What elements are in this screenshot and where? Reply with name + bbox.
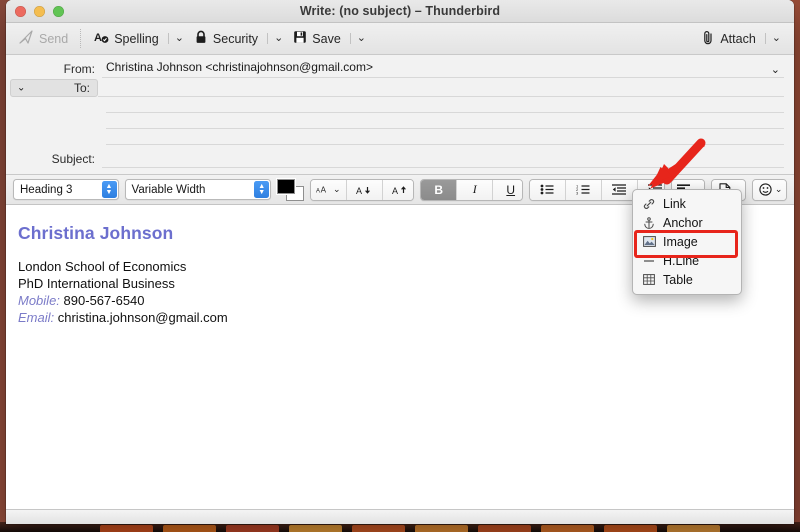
send-button[interactable]: Send (14, 28, 73, 49)
from-label: From: (63, 61, 95, 76)
attach-button[interactable]: Attach ⌄ (697, 28, 786, 50)
menu-item-label: Table (663, 272, 693, 287)
image-icon (642, 236, 656, 247)
italic-label: I (472, 182, 477, 196)
svg-text:A: A (356, 186, 362, 196)
close-button[interactable] (15, 5, 26, 17)
send-icon (19, 30, 34, 47)
minimize-button[interactable] (34, 5, 45, 17)
subject-label: Subject: (51, 151, 95, 166)
color-swatches[interactable] (277, 178, 304, 201)
increase-font-size-button[interactable]: A (382, 179, 414, 200)
underline-button[interactable]: U (493, 179, 522, 200)
to-label-button[interactable]: ⌄ To: (10, 78, 98, 97)
message-headers: From: Christina Johnson <christinajohnso… (6, 55, 794, 175)
menu-item-label: Image (663, 234, 698, 249)
menu-item-hline[interactable]: H.Line (633, 251, 741, 270)
bullet-list-button[interactable] (529, 179, 566, 200)
lock-icon (194, 30, 208, 47)
from-value[interactable]: Christina Johnson <christinajohnson@gmai… (102, 59, 784, 78)
dock-icons (100, 524, 720, 532)
menu-item-table[interactable]: Table (633, 270, 741, 289)
font-family-stepper-icon[interactable]: ▲ ▼ (254, 181, 270, 198)
numbered-list-button[interactable]: 123 (565, 179, 602, 200)
svg-text:A: A (94, 32, 102, 44)
attach-label: Attach (720, 31, 756, 46)
window-controls (15, 5, 64, 17)
to-row: ⌄ To: (6, 78, 794, 97)
emoticon-group: ⌄ (752, 178, 788, 201)
paragraph-format-value: Heading 3 (20, 183, 73, 196)
to-label: To: (73, 80, 90, 95)
paragraph-format-stepper-icon[interactable]: ▲ ▼ (101, 181, 117, 198)
svg-text:A: A (320, 185, 326, 194)
save-label: Save (312, 31, 341, 46)
security-button[interactable]: Security ⌄ (189, 28, 288, 49)
menu-item-label: H.Line (663, 253, 700, 268)
decrease-font-size-button[interactable]: A (346, 179, 383, 200)
emoticon-chevron-down-icon[interactable]: ⌄ (775, 184, 783, 195)
subject-input[interactable] (102, 149, 784, 168)
underline-label: U (506, 182, 516, 197)
paragraph-format-select[interactable]: Heading 3 ▲ ▼ (13, 179, 119, 200)
maximize-button[interactable] (53, 5, 64, 17)
anchor-icon (642, 216, 656, 229)
menu-item-label: Anchor (663, 215, 703, 230)
window-titlebar: Write: (no subject) – Thunderbird (6, 0, 794, 23)
spelling-button[interactable]: A Spelling ⌄ (89, 28, 189, 49)
emoticon-button[interactable]: ⌄ (753, 179, 787, 200)
horizontal-line-icon (642, 256, 656, 266)
send-label: Send (39, 31, 69, 46)
table-icon (642, 274, 656, 285)
menu-item-anchor[interactable]: Anchor (633, 213, 741, 232)
security-chevron-down-icon[interactable]: ⌄ (267, 33, 283, 44)
bold-button[interactable]: B (421, 179, 458, 200)
signature-value: 890-567-6540 (63, 293, 145, 308)
main-toolbar: Send A Spelling ⌄ Security ⌄ Save ⌄ Atta… (6, 23, 794, 55)
toolbar-separator (80, 29, 82, 48)
signature-line: Email: christina.johnson@gmail.com (18, 309, 780, 326)
svg-text:3: 3 (576, 191, 579, 196)
security-label: Security (212, 31, 259, 46)
font-size-button[interactable]: AA ⌄ (310, 179, 347, 200)
font-family-value: Variable Width (131, 183, 206, 196)
spelling-label: Spelling (114, 31, 159, 46)
signature-value: PhD International Business (18, 276, 175, 291)
svg-text:A: A (392, 186, 398, 196)
spelling-chevron-down-icon[interactable]: ⌄ (167, 33, 184, 44)
link-icon (642, 198, 656, 210)
from-row: From: Christina Johnson <christinajohnso… (6, 59, 794, 78)
text-style-group: B I U (420, 178, 523, 201)
italic-button[interactable]: I (457, 179, 494, 200)
save-chevron-down-icon[interactable]: ⌄ (349, 33, 366, 44)
signature-value: christina.johnson@gmail.com (57, 310, 228, 325)
menu-item-image[interactable]: Image (633, 232, 741, 251)
font-size-chevron-down-icon[interactable]: ⌄ (333, 184, 341, 195)
recipient-line-4[interactable] (106, 129, 784, 145)
subject-row: Subject: (6, 149, 794, 168)
signature-value: London School of Economics (18, 259, 187, 274)
signature-label: Mobile: (18, 293, 60, 308)
recipient-line-3[interactable] (106, 113, 784, 129)
to-input[interactable] (98, 78, 784, 97)
font-size-group: AA ⌄ A A (309, 178, 415, 201)
recipient-line-2[interactable] (106, 97, 784, 113)
save-icon (293, 30, 307, 47)
signature-label: Email: (18, 310, 55, 325)
spelling-icon: A (94, 30, 109, 47)
menu-item-link[interactable]: Link (633, 194, 741, 213)
foreground-color-swatch[interactable] (277, 178, 296, 194)
from-chevron-down-icon[interactable]: ⌄ (771, 63, 780, 76)
window-title: Write: (no subject) – Thunderbird (299, 4, 501, 18)
attach-chevron-down-icon[interactable]: ⌄ (764, 33, 781, 44)
menu-item-label: Link (663, 196, 686, 211)
bold-label: B (434, 182, 444, 197)
paperclip-icon (702, 30, 715, 48)
status-bar (6, 509, 794, 524)
save-button[interactable]: Save ⌄ (288, 28, 371, 49)
to-chevron-down-icon[interactable]: ⌄ (17, 82, 25, 93)
insert-menu: Link Anchor Image H.Line Table (632, 189, 742, 295)
font-family-select[interactable]: Variable Width ▲ ▼ (124, 179, 272, 200)
svg-text:A: A (316, 188, 320, 194)
